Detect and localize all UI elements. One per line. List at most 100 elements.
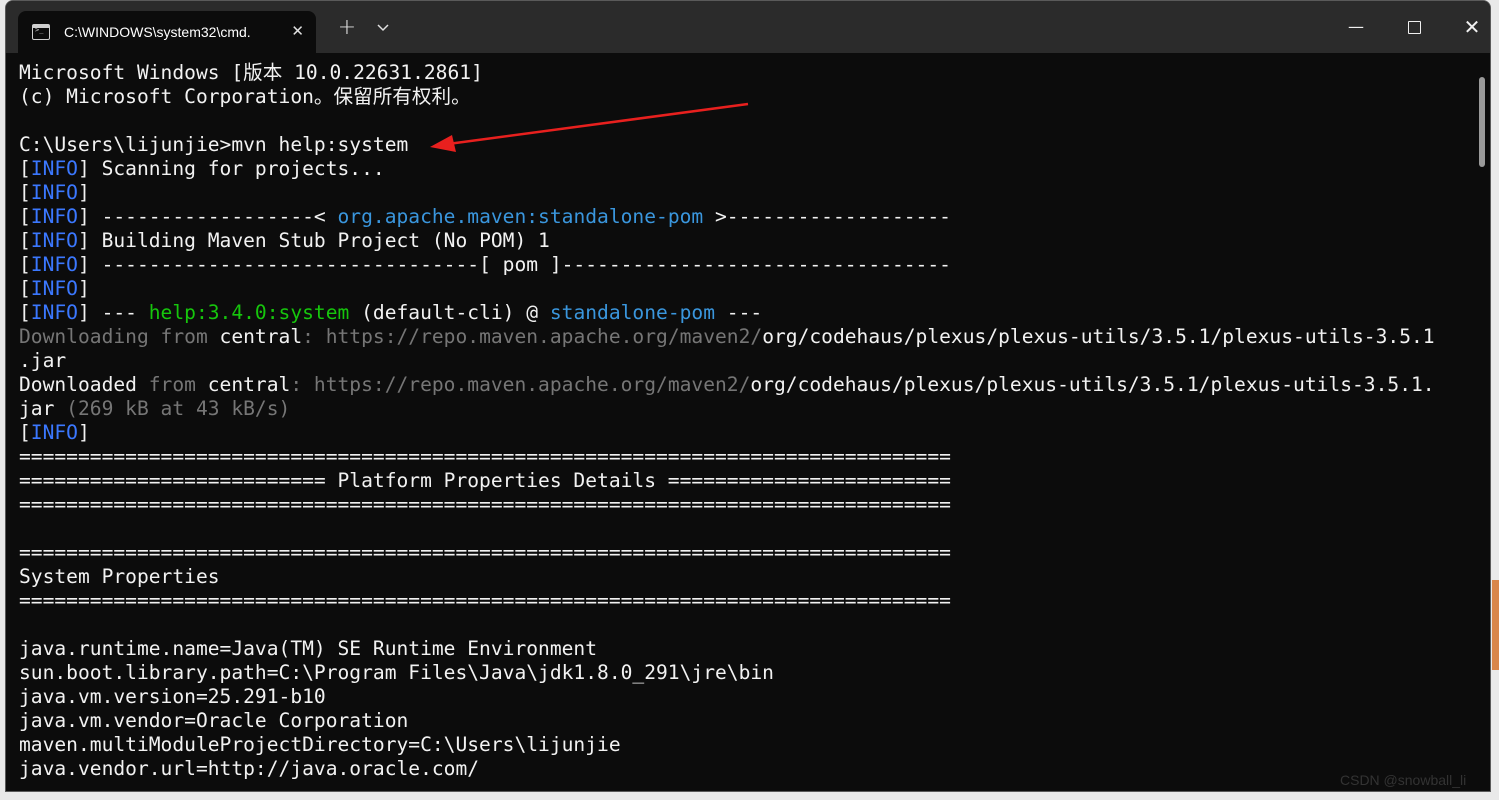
tab-title: C:\WINDOWS\system32\cmd. [64, 24, 251, 40]
terminal-line: Downloaded from central: https://repo.ma… [19, 373, 1469, 397]
maximize-icon [1407, 21, 1421, 34]
terminal-line: java.vm.version=25.291-b10 [19, 685, 1469, 709]
terminal-line: [INFO] [19, 421, 1469, 445]
terminal-text-segment: INFO [30, 277, 78, 300]
terminal-text-segment: (default-cli) @ [349, 301, 550, 324]
terminal-text-segment: [ [19, 277, 31, 300]
terminal-text-segment: Downloaded [19, 373, 149, 396]
terminal-text-segment: java.vendor.url=http://java.oracle.com/ [19, 757, 480, 780]
terminal-text-segment: INFO [30, 253, 78, 276]
terminal-output[interactable]: Microsoft Windows [版本 10.0.22631.2861] (c… [19, 61, 1469, 789]
minimize-button[interactable]: — [1328, 9, 1384, 45]
terminal-text-segment: ========================== Platform Prop… [19, 469, 951, 492]
terminal-line: System Properties [19, 565, 1469, 589]
terminal-line: Downloading from central: https://repo.m… [19, 325, 1469, 349]
tab-dropdown-button[interactable] [370, 15, 396, 41]
terminal-text-segment: ========================================… [19, 445, 951, 468]
terminal-text-segment: [ [19, 421, 31, 444]
terminal-text-segment: central [207, 373, 291, 396]
terminal-text-segment: >------------------- [703, 205, 951, 228]
terminal-text-segment: ========================================… [19, 541, 951, 564]
terminal-text-segment: from [148, 373, 208, 396]
watermark: CSDN @snowball_li [1340, 772, 1467, 788]
terminal-icon [32, 24, 50, 40]
terminal-text-segment: ] Scanning for projects... [77, 157, 385, 180]
terminal-text-segment: standalone-pom [549, 301, 716, 324]
terminal-text-segment: .jar [19, 349, 67, 372]
terminal-text-segment: [ [19, 205, 31, 228]
terminal-line: ========================================… [19, 493, 1469, 517]
close-tab-icon[interactable]: ✕ [291, 22, 304, 40]
terminal-text-segment: (269 kB at 43 kB/s) [54, 397, 291, 420]
terminal-text-segment: [ [19, 157, 31, 180]
terminal-text-segment: central [219, 325, 303, 348]
terminal-text-segment: --- [715, 301, 763, 324]
terminal-line: ========================================… [19, 445, 1469, 469]
terminal-text-segment: java.vm.version=25.291-b10 [19, 685, 326, 708]
terminal-text-segment: ] ------------------< [77, 205, 338, 228]
terminal-text-segment: INFO [30, 301, 78, 324]
terminal-line: ========================================… [19, 589, 1469, 613]
terminal-line: java.runtime.name=Java(TM) SE Runtime En… [19, 637, 1469, 661]
terminal-line: .jar [19, 349, 1469, 373]
terminal-text-segment: org.apache.maven:standalone-pom [337, 205, 704, 228]
title-bar: C:\WINDOWS\system32\cmd. ✕ + — ✕ [6, 1, 1490, 53]
terminal-text-segment: org/codehaus/plexus/plexus-utils/3.5.1/p… [750, 373, 1435, 396]
terminal-text-segment: ========================================… [19, 493, 951, 516]
terminal-text-segment: INFO [30, 157, 78, 180]
terminal-text-segment: ] Building Maven Stub Project (No POM) 1 [77, 229, 550, 252]
terminal-line: [INFO] ------------------< org.apache.ma… [19, 205, 1469, 229]
terminal-line: ========================================… [19, 541, 1469, 565]
terminal-text-segment: ========================================… [19, 589, 951, 612]
new-tab-button[interactable]: + [332, 15, 362, 41]
terminal-text-segment: Microsoft Windows [版本 10.0.22631.2861] [19, 61, 483, 84]
terminal-text-segment: : https://repo.maven.apache.org/maven2/ [290, 373, 751, 396]
terminal-line: [INFO] --- help:3.4.0:system (default-cl… [19, 301, 1469, 325]
terminal-line: [INFO] --------------------------------[… [19, 253, 1469, 277]
chevron-down-icon [377, 24, 389, 32]
terminal-text-segment: (c) Microsoft Corporation。保留所有权利。 [19, 85, 471, 108]
terminal-text-segment: maven.multiModuleProjectDirectory=C:\Use… [19, 733, 621, 756]
terminal-text-segment: org/codehaus/plexus/plexus-utils/3.5.1/p… [762, 325, 1435, 348]
terminal-text-segment: C:\Users\lijunjie>mvn help:system [19, 133, 409, 156]
terminal-line: [INFO] Scanning for projects... [19, 157, 1469, 181]
terminal-window: C:\WINDOWS\system32\cmd. ✕ + — ✕ Microso… [5, 0, 1491, 792]
terminal-text-segment: sun.boot.library.path=C:\Program Files\J… [19, 661, 774, 684]
terminal-line: [INFO] [19, 277, 1469, 301]
terminal-line: C:\Users\lijunjie>mvn help:system [19, 133, 1469, 157]
terminal-text-segment: INFO [30, 421, 78, 444]
terminal-text-segment: [ [19, 301, 31, 324]
terminal-line: ========================== Platform Prop… [19, 469, 1469, 493]
terminal-line: java.vm.vendor=Oracle Corporation [19, 709, 1469, 733]
terminal-line: sun.boot.library.path=C:\Program Files\J… [19, 661, 1469, 685]
maximize-button[interactable] [1386, 9, 1442, 45]
terminal-text-segment: ] [77, 421, 90, 444]
terminal-text-segment: : https://repo.maven.apache.org/maven2/ [302, 325, 763, 348]
tab-cmd[interactable]: C:\WINDOWS\system32\cmd. ✕ [18, 11, 316, 53]
terminal-text-segment: ] [77, 181, 90, 204]
terminal-line: maven.multiModuleProjectDirectory=C:\Use… [19, 733, 1469, 757]
background-edge [1492, 580, 1499, 670]
scrollbar-thumb[interactable] [1479, 77, 1485, 167]
terminal-text-segment: ] [77, 277, 90, 300]
terminal-text-segment: java.runtime.name=Java(TM) SE Runtime En… [19, 637, 598, 660]
terminal-text-segment: java.vm.vendor=Oracle Corporation [19, 709, 409, 732]
terminal-text-segment: help:3.4.0:system [148, 301, 350, 324]
terminal-text-segment: System Properties [19, 565, 220, 588]
terminal-text-segment: jar [19, 397, 55, 420]
terminal-line: jar (269 kB at 43 kB/s) [19, 397, 1469, 421]
terminal-text-segment: ] --------------------------------[ pom … [77, 253, 951, 276]
terminal-text-segment: [ [19, 181, 31, 204]
terminal-line: Microsoft Windows [版本 10.0.22631.2861] [19, 61, 1469, 85]
terminal-text-segment: Downloading from [19, 325, 220, 348]
terminal-text-segment: ] --- [77, 301, 149, 324]
close-button[interactable]: ✕ [1444, 9, 1490, 45]
terminal-text-segment: INFO [30, 229, 78, 252]
terminal-line: [INFO] [19, 181, 1469, 205]
terminal-text-segment: [ [19, 229, 31, 252]
terminal-line: java.vendor.url=http://java.oracle.com/ [19, 757, 1469, 781]
terminal-text-segment: INFO [30, 181, 78, 204]
